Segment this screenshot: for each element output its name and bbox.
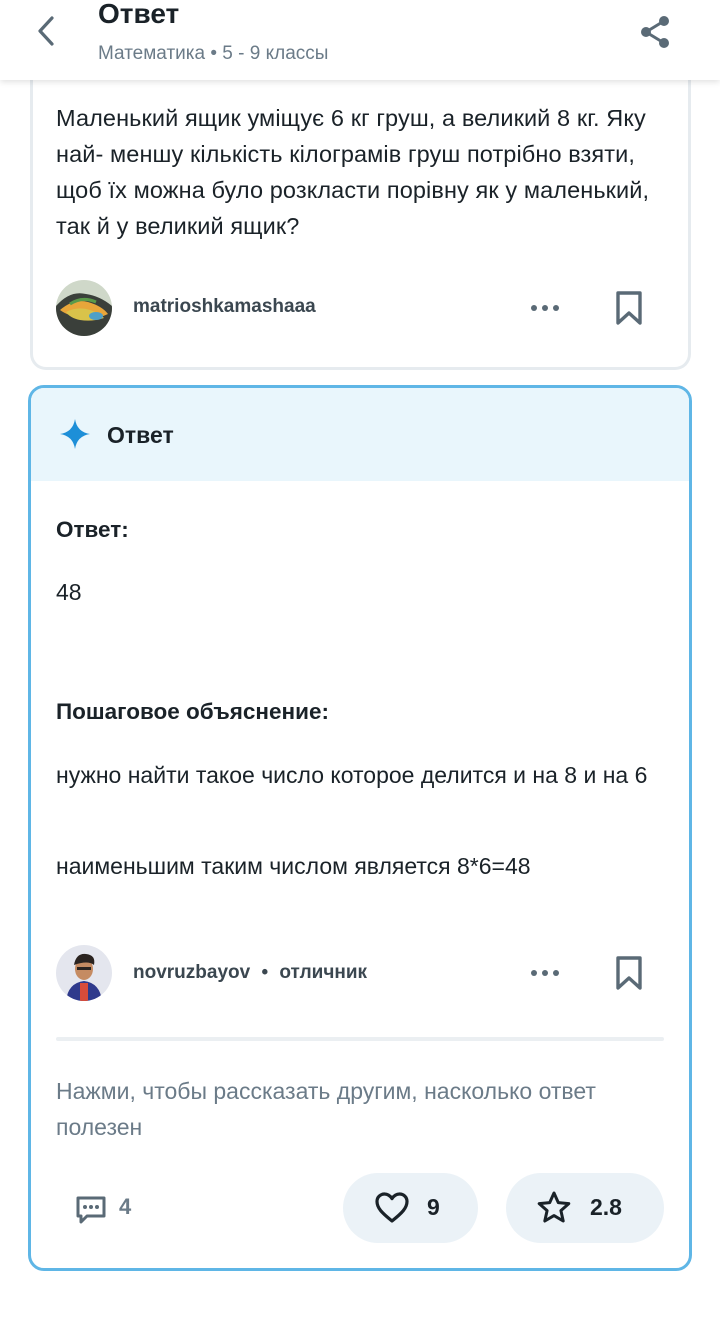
back-button[interactable] [30,12,66,52]
rate-button[interactable]: 2.8 [506,1173,664,1243]
page-title: Ответ [98,0,180,29]
answer-author-row: novruzbayov • отличник [56,945,666,1001]
comment-icon [76,1196,106,1224]
explanation-line-1: нужно найти такое число которое делится … [56,762,648,788]
bookmark-icon [616,956,642,990]
question-text: Маленький ящик уміщує 6 кг груш, а велик… [56,105,650,239]
question-more-button[interactable] [530,294,560,322]
subject-label[interactable]: Математика [98,43,205,64]
question-author-name[interactable]: matrioshkamashaaa [133,296,316,318]
rate-prompt[interactable]: Нажми, чтобы рассказать другим, наскольк… [56,1073,636,1145]
chevron-left-icon [38,16,54,46]
star-icon [537,1191,571,1223]
breadcrumb-separator: • [210,43,218,64]
answer-header-title: Ответ [107,422,174,448]
heart-icon [375,1192,409,1223]
answer-value: 48 [56,579,82,605]
grade-label: 5 - 9 классы [222,43,329,64]
more-dots-icon [531,305,559,311]
answer-author-name[interactable]: novruzbayov [133,962,250,983]
question-author-avatar[interactable] [56,280,112,336]
likes-count: 9 [427,1194,440,1220]
question-bookmark-button[interactable] [614,290,644,326]
subject-breadcrumb: Математика • 5 - 9 классы [98,43,328,65]
share-button[interactable] [638,14,674,50]
question-author-row: matrioshkamashaaa [56,280,666,336]
answer-author-avatar[interactable] [56,945,112,1001]
answer-label: Ответ: [56,517,129,542]
answer-header: Ответ [31,388,689,481]
like-button[interactable]: 9 [343,1173,478,1243]
explanation-line-2: наименьшим таким числом является 8*6=48 [56,853,531,879]
explanation-label: Пошаговое объяснение: [56,699,329,724]
rating-value: 2.8 [590,1194,622,1220]
top-bar: Ответ Математика • 5 - 9 классы [0,0,720,80]
answer-bookmark-button[interactable] [614,955,644,991]
sparkle-icon [60,419,90,449]
author-separator: • [261,962,269,983]
more-dots-icon [531,970,559,976]
answer-author-info: novruzbayov • отличник [133,962,367,984]
bookmark-icon [616,291,642,325]
divider [56,1037,664,1041]
answer-more-button[interactable] [530,959,560,987]
share-icon [641,16,669,48]
author-rank: отличник [279,962,368,983]
comments-count: 4 [119,1194,132,1219]
